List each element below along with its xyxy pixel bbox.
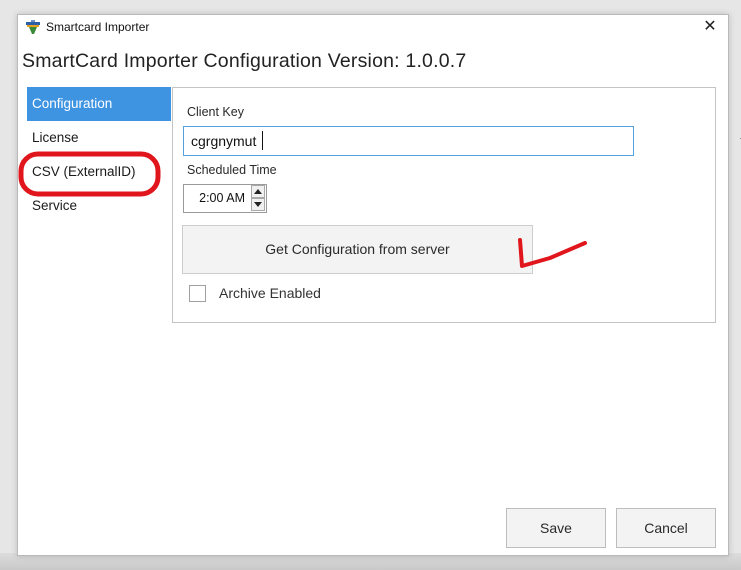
cancel-button[interactable]: Cancel bbox=[616, 508, 716, 548]
main-window: Smartcard Importer ✕ SmartCard Importer … bbox=[17, 14, 741, 556]
save-button[interactable]: Save bbox=[506, 508, 606, 548]
time-increment-button[interactable] bbox=[251, 185, 265, 198]
archive-enabled-label: Archive Enabled bbox=[219, 285, 321, 301]
chevron-down-icon bbox=[254, 202, 262, 207]
close-button[interactable]: ✕ bbox=[698, 16, 722, 38]
sidebar-item-license[interactable]: License bbox=[27, 121, 171, 155]
chevron-up-icon bbox=[254, 189, 262, 194]
close-icon: ✕ bbox=[703, 18, 717, 35]
sidebar-nav: Configuration License CSV (ExternalID) S… bbox=[27, 87, 171, 223]
title-bar: Smartcard Importer ✕ bbox=[18, 15, 728, 41]
sidebar-item-configuration[interactable]: Configuration bbox=[27, 87, 171, 121]
scheduled-time-value: 2:00 AM bbox=[199, 191, 245, 205]
scheduled-time-label: Scheduled Time bbox=[187, 163, 277, 177]
archive-enabled-checkbox[interactable] bbox=[189, 285, 206, 302]
scheduled-time-picker[interactable]: 2:00 AM bbox=[183, 184, 267, 213]
app-icon bbox=[25, 19, 41, 35]
configuration-panel: Client Key Scheduled Time 2:00 AM Get Co… bbox=[172, 87, 716, 323]
sidebar-item-service[interactable]: Service bbox=[27, 189, 171, 223]
page-title: SmartCard Importer Configuration Version… bbox=[22, 50, 467, 72]
window-title: Smartcard Importer bbox=[46, 20, 150, 34]
text-caret bbox=[262, 131, 263, 150]
client-key-label: Client Key bbox=[187, 105, 244, 119]
client-key-input[interactable] bbox=[183, 126, 634, 156]
get-configuration-button[interactable]: Get Configuration from server bbox=[182, 225, 533, 274]
time-decrement-button[interactable] bbox=[251, 198, 265, 211]
sidebar-item-csv-externalid[interactable]: CSV (ExternalID) bbox=[27, 155, 171, 189]
